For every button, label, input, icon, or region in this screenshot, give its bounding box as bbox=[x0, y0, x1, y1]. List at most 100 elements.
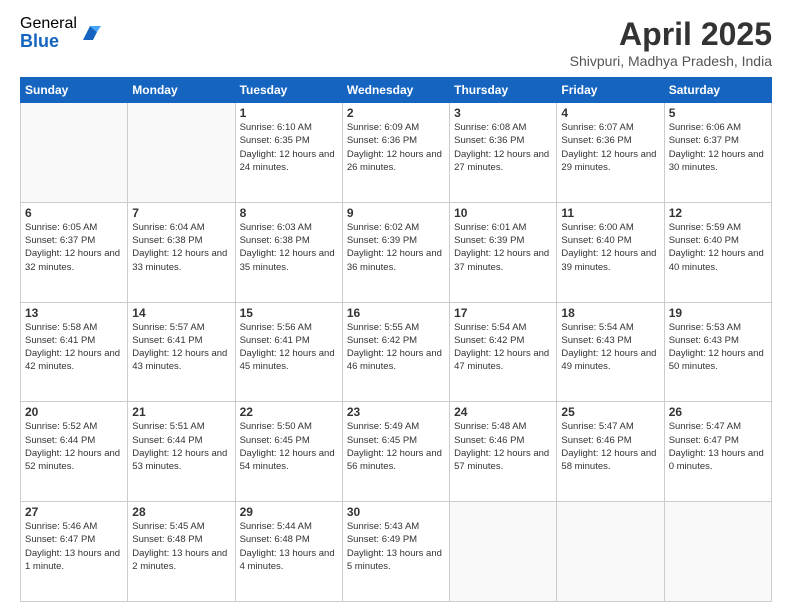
day-info: Sunrise: 6:03 AMSunset: 6:38 PMDaylight:… bbox=[240, 221, 338, 274]
day-info: Sunrise: 5:51 AMSunset: 6:44 PMDaylight:… bbox=[132, 420, 230, 473]
day-number: 9 bbox=[347, 206, 445, 220]
day-number: 14 bbox=[132, 306, 230, 320]
weekday-header-saturday: Saturday bbox=[664, 78, 771, 103]
day-info: Sunrise: 5:59 AMSunset: 6:40 PMDaylight:… bbox=[669, 221, 767, 274]
calendar-cell: 12Sunrise: 5:59 AMSunset: 6:40 PMDayligh… bbox=[664, 202, 771, 302]
day-number: 24 bbox=[454, 405, 552, 419]
calendar-cell: 3Sunrise: 6:08 AMSunset: 6:36 PMDaylight… bbox=[450, 103, 557, 203]
calendar-cell: 1Sunrise: 6:10 AMSunset: 6:35 PMDaylight… bbox=[235, 103, 342, 203]
calendar-cell bbox=[450, 502, 557, 602]
day-info: Sunrise: 6:08 AMSunset: 6:36 PMDaylight:… bbox=[454, 121, 552, 174]
day-info: Sunrise: 5:54 AMSunset: 6:43 PMDaylight:… bbox=[561, 321, 659, 374]
calendar-cell: 14Sunrise: 5:57 AMSunset: 6:41 PMDayligh… bbox=[128, 302, 235, 402]
day-number: 4 bbox=[561, 106, 659, 120]
day-number: 17 bbox=[454, 306, 552, 320]
day-info: Sunrise: 5:47 AMSunset: 6:46 PMDaylight:… bbox=[561, 420, 659, 473]
calendar-page: General Blue April 2025 Shivpuri, Madhya… bbox=[0, 0, 792, 612]
day-info: Sunrise: 6:04 AMSunset: 6:38 PMDaylight:… bbox=[132, 221, 230, 274]
day-number: 3 bbox=[454, 106, 552, 120]
day-info: Sunrise: 6:06 AMSunset: 6:37 PMDaylight:… bbox=[669, 121, 767, 174]
calendar-cell bbox=[21, 103, 128, 203]
day-info: Sunrise: 5:47 AMSunset: 6:47 PMDaylight:… bbox=[669, 420, 767, 473]
weekday-header-tuesday: Tuesday bbox=[235, 78, 342, 103]
logo-general: General bbox=[20, 16, 77, 32]
week-row-1: 1Sunrise: 6:10 AMSunset: 6:35 PMDaylight… bbox=[21, 103, 772, 203]
day-number: 20 bbox=[25, 405, 123, 419]
calendar-cell: 24Sunrise: 5:48 AMSunset: 6:46 PMDayligh… bbox=[450, 402, 557, 502]
calendar-cell: 4Sunrise: 6:07 AMSunset: 6:36 PMDaylight… bbox=[557, 103, 664, 203]
calendar-cell: 21Sunrise: 5:51 AMSunset: 6:44 PMDayligh… bbox=[128, 402, 235, 502]
calendar-cell: 13Sunrise: 5:58 AMSunset: 6:41 PMDayligh… bbox=[21, 302, 128, 402]
day-info: Sunrise: 5:49 AMSunset: 6:45 PMDaylight:… bbox=[347, 420, 445, 473]
day-number: 15 bbox=[240, 306, 338, 320]
day-number: 2 bbox=[347, 106, 445, 120]
day-number: 29 bbox=[240, 505, 338, 519]
weekday-header-row: SundayMondayTuesdayWednesdayThursdayFrid… bbox=[21, 78, 772, 103]
day-info: Sunrise: 5:56 AMSunset: 6:41 PMDaylight:… bbox=[240, 321, 338, 374]
day-number: 6 bbox=[25, 206, 123, 220]
calendar-cell: 17Sunrise: 5:54 AMSunset: 6:42 PMDayligh… bbox=[450, 302, 557, 402]
day-info: Sunrise: 5:55 AMSunset: 6:42 PMDaylight:… bbox=[347, 321, 445, 374]
calendar-cell: 30Sunrise: 5:43 AMSunset: 6:49 PMDayligh… bbox=[342, 502, 449, 602]
calendar-cell bbox=[664, 502, 771, 602]
day-info: Sunrise: 5:58 AMSunset: 6:41 PMDaylight:… bbox=[25, 321, 123, 374]
day-number: 26 bbox=[669, 405, 767, 419]
calendar-cell: 7Sunrise: 6:04 AMSunset: 6:38 PMDaylight… bbox=[128, 202, 235, 302]
day-info: Sunrise: 6:01 AMSunset: 6:39 PMDaylight:… bbox=[454, 221, 552, 274]
day-info: Sunrise: 5:57 AMSunset: 6:41 PMDaylight:… bbox=[132, 321, 230, 374]
weekday-header-monday: Monday bbox=[128, 78, 235, 103]
day-number: 22 bbox=[240, 405, 338, 419]
calendar-cell bbox=[557, 502, 664, 602]
day-number: 13 bbox=[25, 306, 123, 320]
calendar-cell: 25Sunrise: 5:47 AMSunset: 6:46 PMDayligh… bbox=[557, 402, 664, 502]
calendar-cell: 9Sunrise: 6:02 AMSunset: 6:39 PMDaylight… bbox=[342, 202, 449, 302]
day-info: Sunrise: 5:45 AMSunset: 6:48 PMDaylight:… bbox=[132, 520, 230, 573]
day-info: Sunrise: 5:50 AMSunset: 6:45 PMDaylight:… bbox=[240, 420, 338, 473]
calendar-body: 1Sunrise: 6:10 AMSunset: 6:35 PMDaylight… bbox=[21, 103, 772, 602]
day-number: 16 bbox=[347, 306, 445, 320]
week-row-4: 20Sunrise: 5:52 AMSunset: 6:44 PMDayligh… bbox=[21, 402, 772, 502]
week-row-2: 6Sunrise: 6:05 AMSunset: 6:37 PMDaylight… bbox=[21, 202, 772, 302]
calendar-cell: 28Sunrise: 5:45 AMSunset: 6:48 PMDayligh… bbox=[128, 502, 235, 602]
calendar-cell: 16Sunrise: 5:55 AMSunset: 6:42 PMDayligh… bbox=[342, 302, 449, 402]
month-year: April 2025 bbox=[570, 16, 772, 53]
day-number: 28 bbox=[132, 505, 230, 519]
day-info: Sunrise: 6:05 AMSunset: 6:37 PMDaylight:… bbox=[25, 221, 123, 274]
day-info: Sunrise: 6:10 AMSunset: 6:35 PMDaylight:… bbox=[240, 121, 338, 174]
day-number: 25 bbox=[561, 405, 659, 419]
calendar-cell bbox=[128, 103, 235, 203]
logo: General Blue bbox=[20, 16, 101, 50]
day-number: 11 bbox=[561, 206, 659, 220]
title-block: April 2025 Shivpuri, Madhya Pradesh, Ind… bbox=[570, 16, 772, 69]
day-info: Sunrise: 5:52 AMSunset: 6:44 PMDaylight:… bbox=[25, 420, 123, 473]
calendar-table: SundayMondayTuesdayWednesdayThursdayFrid… bbox=[20, 77, 772, 602]
day-info: Sunrise: 5:46 AMSunset: 6:47 PMDaylight:… bbox=[25, 520, 123, 573]
logo-icon bbox=[79, 22, 101, 44]
day-info: Sunrise: 5:44 AMSunset: 6:48 PMDaylight:… bbox=[240, 520, 338, 573]
calendar-cell: 27Sunrise: 5:46 AMSunset: 6:47 PMDayligh… bbox=[21, 502, 128, 602]
calendar-cell: 29Sunrise: 5:44 AMSunset: 6:48 PMDayligh… bbox=[235, 502, 342, 602]
calendar-cell: 6Sunrise: 6:05 AMSunset: 6:37 PMDaylight… bbox=[21, 202, 128, 302]
day-info: Sunrise: 6:00 AMSunset: 6:40 PMDaylight:… bbox=[561, 221, 659, 274]
day-number: 7 bbox=[132, 206, 230, 220]
day-number: 23 bbox=[347, 405, 445, 419]
day-info: Sunrise: 6:07 AMSunset: 6:36 PMDaylight:… bbox=[561, 121, 659, 174]
calendar-cell: 11Sunrise: 6:00 AMSunset: 6:40 PMDayligh… bbox=[557, 202, 664, 302]
day-info: Sunrise: 5:54 AMSunset: 6:42 PMDaylight:… bbox=[454, 321, 552, 374]
weekday-header-friday: Friday bbox=[557, 78, 664, 103]
calendar-cell: 18Sunrise: 5:54 AMSunset: 6:43 PMDayligh… bbox=[557, 302, 664, 402]
weekday-header-wednesday: Wednesday bbox=[342, 78, 449, 103]
calendar-cell: 2Sunrise: 6:09 AMSunset: 6:36 PMDaylight… bbox=[342, 103, 449, 203]
day-number: 8 bbox=[240, 206, 338, 220]
calendar-cell: 10Sunrise: 6:01 AMSunset: 6:39 PMDayligh… bbox=[450, 202, 557, 302]
day-number: 12 bbox=[669, 206, 767, 220]
week-row-3: 13Sunrise: 5:58 AMSunset: 6:41 PMDayligh… bbox=[21, 302, 772, 402]
day-info: Sunrise: 5:43 AMSunset: 6:49 PMDaylight:… bbox=[347, 520, 445, 573]
day-number: 30 bbox=[347, 505, 445, 519]
day-number: 5 bbox=[669, 106, 767, 120]
day-number: 19 bbox=[669, 306, 767, 320]
calendar-cell: 8Sunrise: 6:03 AMSunset: 6:38 PMDaylight… bbox=[235, 202, 342, 302]
calendar-cell: 26Sunrise: 5:47 AMSunset: 6:47 PMDayligh… bbox=[664, 402, 771, 502]
weekday-header-thursday: Thursday bbox=[450, 78, 557, 103]
day-info: Sunrise: 6:02 AMSunset: 6:39 PMDaylight:… bbox=[347, 221, 445, 274]
